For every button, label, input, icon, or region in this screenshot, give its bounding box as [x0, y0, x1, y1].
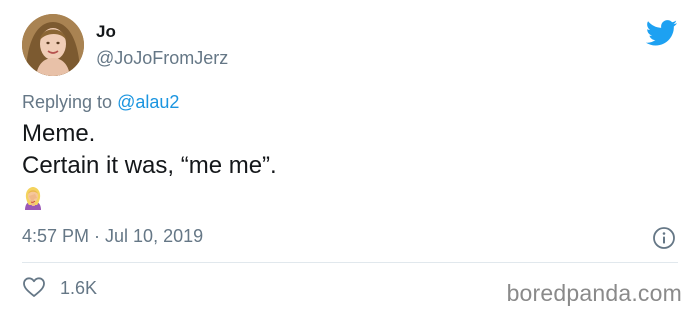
watermark: boredpanda.com: [506, 280, 682, 306]
replying-to-label: Replying to: [22, 92, 118, 112]
divider: [22, 262, 678, 263]
tweet-text-line-1: Meme.: [22, 120, 96, 147]
user-handle[interactable]: @JoJoFromJerz: [96, 48, 228, 69]
replying-to: Replying to @alau2: [22, 92, 179, 113]
avatar-photo-icon: [22, 14, 84, 76]
like-heart-icon[interactable]: [22, 276, 46, 298]
tweet-text-line-2: Certain it was, “me me”.: [22, 152, 277, 179]
mention-link[interactable]: @alau2: [117, 92, 179, 112]
info-icon[interactable]: [652, 226, 676, 250]
like-count[interactable]: 1.6K: [60, 278, 97, 299]
woman-facepalming-icon: [25, 187, 41, 210]
tweet-timestamp[interactable]: 4:57 PM · Jul 10, 2019: [22, 226, 203, 247]
tweet-card: Jo @JoJoFromJerz Replying to @alau2 Meme…: [0, 0, 700, 316]
avatar[interactable]: [22, 14, 84, 76]
twitter-bird-icon[interactable]: [646, 20, 678, 46]
display-name[interactable]: Jo: [96, 22, 116, 42]
